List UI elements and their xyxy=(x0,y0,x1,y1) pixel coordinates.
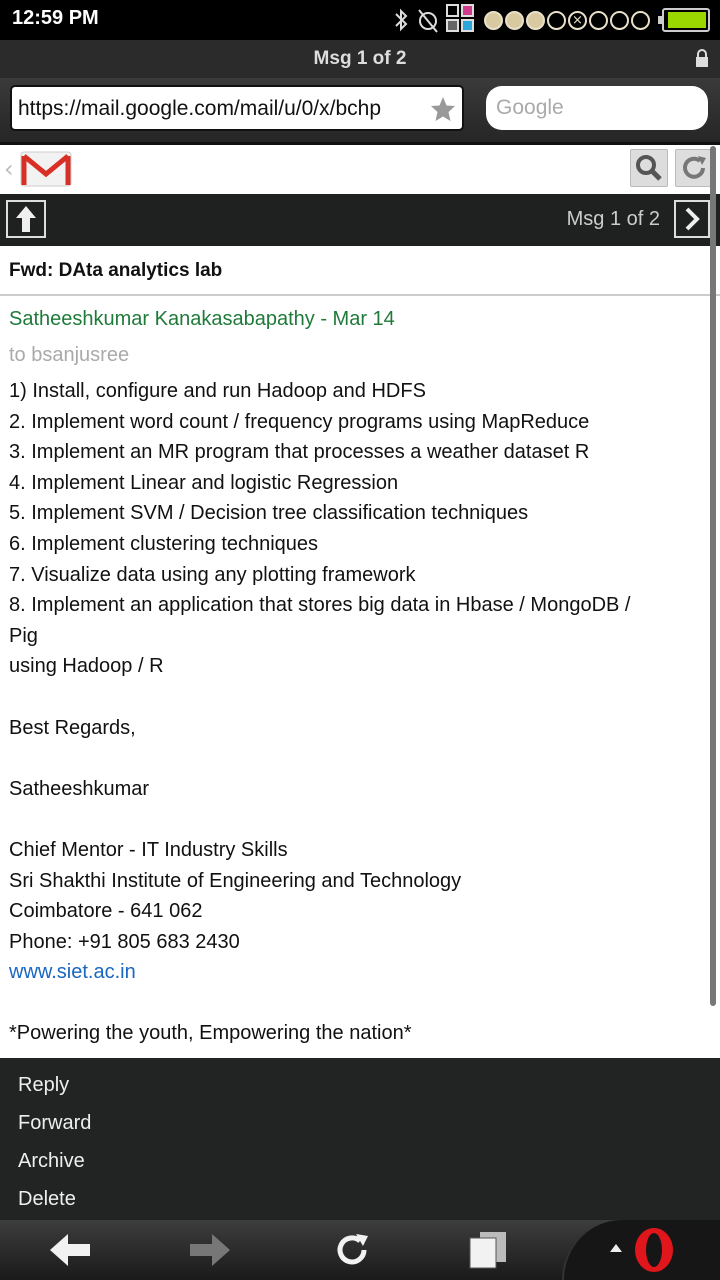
reply-action[interactable]: Reply xyxy=(18,1074,69,1097)
dot-icon xyxy=(505,10,524,30)
dot-icon xyxy=(526,10,545,30)
body-line: Phone: +91 805 683 2430 xyxy=(9,930,240,953)
sender-line[interactable]: Satheeshkumar Kanakasabapathy - Mar 14 xyxy=(9,308,395,331)
email-body: 1) Install, configure and run Hadoop and… xyxy=(9,376,709,1049)
bookmark-star-icon[interactable] xyxy=(429,95,457,123)
chevron-right-icon xyxy=(685,207,700,231)
body-line: *Powering the youth, Empowering the nati… xyxy=(9,1022,412,1045)
status-icons: × xyxy=(392,4,710,36)
body-line: 6. Implement clustering techniques xyxy=(9,532,319,555)
back-arrow-icon[interactable] xyxy=(48,1230,92,1270)
body-line: 7. Visualize data using any plotting fra… xyxy=(9,563,416,586)
archive-action[interactable]: Archive xyxy=(18,1150,85,1173)
dot-icon xyxy=(610,10,629,30)
search-icon xyxy=(636,155,662,181)
tabs-icon[interactable] xyxy=(466,1230,510,1270)
refresh-icon xyxy=(683,156,706,179)
muted-alarm-icon xyxy=(418,9,438,33)
next-message-button[interactable] xyxy=(674,200,710,238)
search-placeholder: Google xyxy=(496,96,564,119)
message-position: Msg 1 of 2 xyxy=(566,208,660,230)
battery-fill xyxy=(668,12,706,28)
body-line: Coimbatore - 641 062 xyxy=(9,900,203,923)
email-subject-bar: Fwd: DAta analytics lab xyxy=(0,246,720,296)
body-line: Best Regards, xyxy=(9,716,136,739)
gmail-header: ‹ xyxy=(0,142,720,194)
browser-toolbar xyxy=(0,1220,720,1280)
status-time: 12:59 PM xyxy=(12,7,99,29)
notification-dots: × xyxy=(484,10,650,30)
back-chevron-icon[interactable]: ‹ xyxy=(4,155,14,183)
bluetooth-icon xyxy=(395,8,408,32)
dot-icon xyxy=(631,10,650,30)
reload-icon[interactable] xyxy=(330,1230,374,1270)
body-line: Sri Shakthi Institute of Engineering and… xyxy=(9,869,462,892)
body-line: 5. Implement SVM / Decision tree classif… xyxy=(9,502,529,525)
dot-icon: × xyxy=(568,10,587,30)
back-to-inbox-button[interactable] xyxy=(6,200,46,238)
lock-icon xyxy=(696,49,708,67)
body-line xyxy=(9,743,709,774)
body-line: 1) Install, configure and run Hadoop and… xyxy=(9,380,426,402)
forward-action[interactable]: Forward xyxy=(18,1112,91,1135)
email-message: Satheeshkumar Kanakasabapathy - Mar 14 t… xyxy=(0,298,720,1058)
refresh-button[interactable] xyxy=(675,149,713,187)
email-subject: Fwd: DAta analytics lab xyxy=(9,260,223,281)
url-field[interactable]: https://mail.google.com/mail/u/0/x/bchp xyxy=(10,85,464,131)
body-line xyxy=(9,804,709,835)
body-line: 2. Implement word count / frequency prog… xyxy=(9,410,590,433)
scrollbar[interactable] xyxy=(710,146,716,1006)
body-line: Pig xyxy=(9,624,38,647)
gmail-logo-icon[interactable] xyxy=(20,150,72,188)
body-line: using Hadoop / R xyxy=(9,655,164,678)
message-nav-bar: Msg 1 of 2 xyxy=(0,194,720,246)
address-row: https://mail.google.com/mail/u/0/x/bchp … xyxy=(0,78,720,142)
search-field[interactable]: Google xyxy=(486,86,708,130)
delete-action[interactable]: Delete xyxy=(18,1188,76,1211)
body-line: 4. Implement Linear and logistic Regress… xyxy=(9,471,399,494)
action-menu: Reply Forward Archive Delete xyxy=(0,1058,720,1220)
body-line xyxy=(9,682,709,713)
browser-title-bar: Msg 1 of 2 xyxy=(0,40,720,78)
search-button[interactable] xyxy=(630,149,668,187)
body-line xyxy=(9,988,709,1019)
status-bar: 12:59 PM × xyxy=(0,0,720,40)
dot-icon xyxy=(484,10,503,30)
website-link[interactable]: www.siet.ac.in xyxy=(9,957,709,988)
url-text[interactable]: https://mail.google.com/mail/u/0/x/bchp xyxy=(18,97,430,121)
dot-icon xyxy=(547,10,566,30)
caret-up-icon xyxy=(610,1244,622,1252)
page-title: Msg 1 of 2 xyxy=(313,48,407,69)
opera-logo-icon xyxy=(635,1228,673,1272)
dot-icon xyxy=(589,10,608,30)
body-line: 8. Implement an application that stores … xyxy=(9,594,631,617)
body-line: Chief Mentor - IT Industry Skills xyxy=(9,838,288,861)
battery-icon xyxy=(658,8,710,32)
arrow-up-icon xyxy=(16,206,36,232)
opera-menu-area[interactable] xyxy=(562,1220,720,1280)
forward-arrow-icon[interactable] xyxy=(188,1230,232,1270)
multi-window-icon xyxy=(446,4,478,36)
body-line: 3. Implement an MR program that processe… xyxy=(9,441,590,464)
body-line: Satheeshkumar xyxy=(9,777,150,800)
recipient-line[interactable]: to bsanjusree xyxy=(9,344,129,367)
